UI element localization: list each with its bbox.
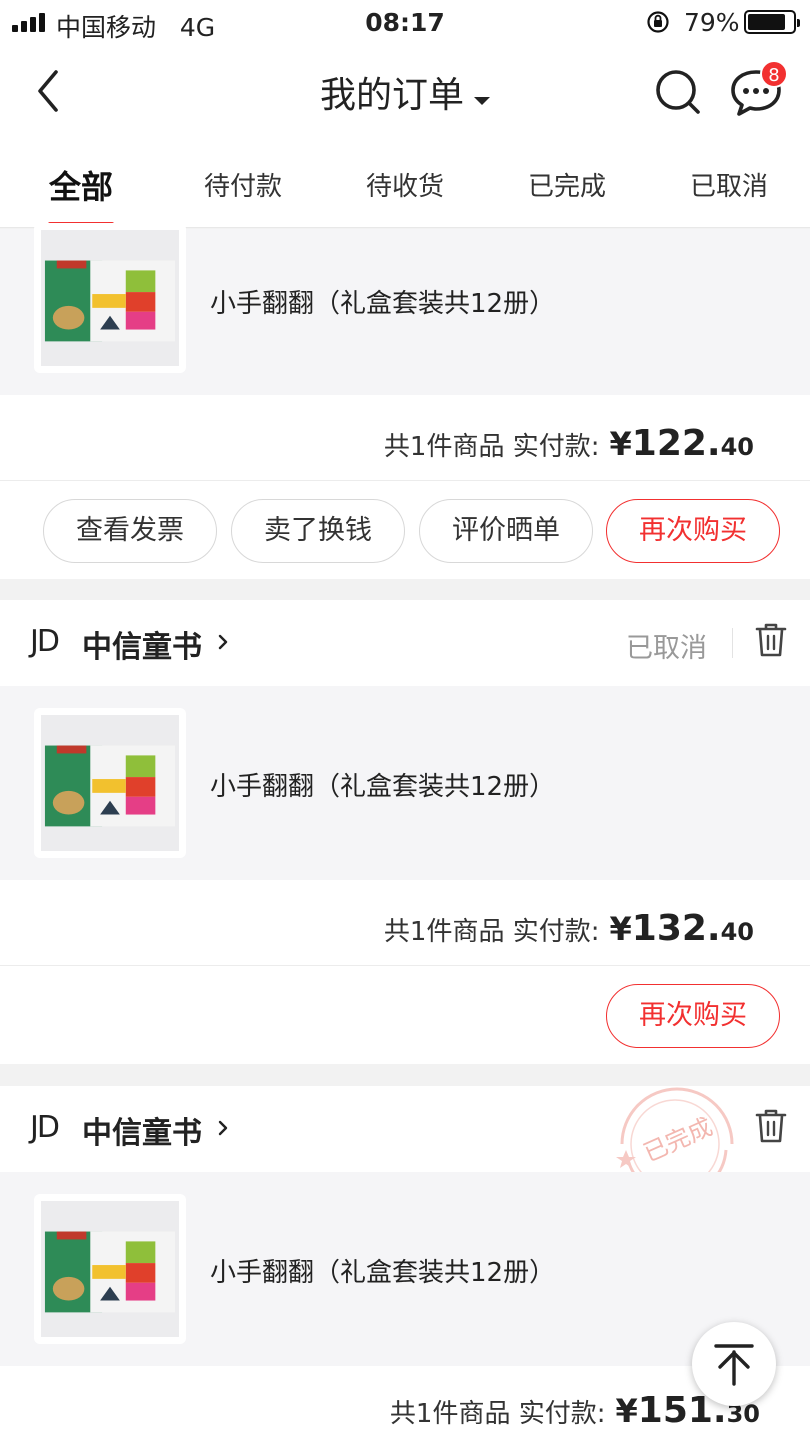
product-name: 小手翻翻（礼盒套装共12册） bbox=[210, 1258, 556, 1288]
price-currency: ¥ bbox=[615, 1392, 638, 1430]
price-decimal: 40 bbox=[720, 433, 754, 461]
rotation-lock-icon bbox=[647, 11, 669, 33]
order-tabs: 全部 待付款 待收货 已完成 已取消 bbox=[0, 140, 810, 228]
order-actions: 查看发票 卖了换钱 评价晒单 再次购买 bbox=[0, 481, 810, 579]
product-thumbnail bbox=[34, 223, 186, 373]
tab-all[interactable]: 全部 bbox=[11, 162, 151, 208]
chevron-right-icon bbox=[218, 634, 228, 650]
order-goods-row[interactable]: 小手翻翻（礼盒套装共12册） bbox=[0, 1172, 810, 1366]
search-icon[interactable] bbox=[652, 66, 704, 118]
price-integer: 132. bbox=[631, 908, 721, 949]
product-name: 小手翻翻（礼盒套装共12册） bbox=[210, 289, 556, 319]
chevron-right-icon bbox=[218, 1120, 228, 1136]
battery-percent: 79% bbox=[684, 8, 740, 37]
shop-header[interactable]: JD 中信童书 已取消 bbox=[0, 600, 810, 686]
price-integer: 122. bbox=[631, 423, 721, 464]
order-goods-row[interactable]: 小手翻翻（礼盒套装共12册） bbox=[0, 686, 810, 880]
summary-label: 共1件商品 实付款: bbox=[389, 1399, 606, 1429]
summary-label: 共1件商品 实付款: bbox=[383, 432, 600, 462]
order-actions: 再次购买 bbox=[0, 966, 810, 1064]
order-list-page: 中国移动 4G 08:17 79% 我的订单 8 全部 待付款 待收货 已完成 … bbox=[0, 0, 810, 1440]
shop-logo: JD bbox=[30, 1110, 60, 1145]
buy-again-button[interactable]: 再次购买 bbox=[606, 499, 780, 563]
tab-pending-receipt[interactable]: 待收货 bbox=[335, 166, 475, 203]
divider bbox=[732, 628, 733, 658]
order-status: 已取消 bbox=[626, 633, 707, 664]
sell-for-cash-button[interactable]: 卖了换钱 bbox=[231, 499, 405, 563]
caret-down-icon bbox=[474, 96, 490, 105]
status-bar: 中国移动 4G 08:17 79% bbox=[0, 0, 810, 44]
order-total-row: 共1件商品 实付款: ¥132.40 bbox=[0, 880, 810, 966]
arrow-up-to-top-icon bbox=[714, 1344, 754, 1386]
back-to-top-button[interactable] bbox=[692, 1322, 776, 1406]
shop-name: 中信童书 bbox=[82, 1116, 202, 1151]
tab-completed[interactable]: 已完成 bbox=[497, 166, 637, 203]
order-total-row: 共1件商品 实付款: ¥151.30 bbox=[0, 1366, 810, 1440]
order-total-row: 共1件商品 实付款: ¥122.40 bbox=[0, 395, 810, 481]
stamp-text: 已完成 bbox=[639, 1113, 716, 1168]
gift-box-image bbox=[41, 230, 179, 366]
order-goods-row[interactable]: 小手翻翻（礼盒套装共12册） bbox=[0, 223, 810, 395]
tab-cancelled[interactable]: 已取消 bbox=[659, 166, 799, 203]
product-thumbnail bbox=[34, 1194, 186, 1344]
price-decimal: 40 bbox=[720, 918, 754, 946]
nav-header: 我的订单 bbox=[0, 44, 810, 140]
page-title: 我的订单 bbox=[319, 75, 464, 116]
price-currency: ¥ bbox=[609, 425, 632, 463]
price-currency: ¥ bbox=[609, 910, 632, 948]
shop-name: 中信童书 bbox=[82, 630, 202, 665]
shop-logo: JD bbox=[30, 624, 60, 659]
product-thumbnail bbox=[34, 708, 186, 858]
gift-box-image bbox=[41, 1201, 179, 1337]
message-badge: 8 bbox=[760, 60, 788, 88]
gift-box-image bbox=[41, 715, 179, 851]
battery-icon bbox=[744, 10, 800, 34]
review-button[interactable]: 评价晒单 bbox=[419, 499, 593, 563]
trash-icon[interactable] bbox=[754, 1108, 788, 1144]
product-name: 小手翻翻（礼盒套装共12册） bbox=[210, 772, 556, 802]
summary-label: 共1件商品 实付款: bbox=[383, 917, 600, 947]
view-invoice-button[interactable]: 查看发票 bbox=[43, 499, 217, 563]
tab-pending-payment[interactable]: 待付款 bbox=[173, 166, 313, 203]
buy-again-button[interactable]: 再次购买 bbox=[606, 984, 780, 1048]
trash-icon[interactable] bbox=[754, 622, 788, 658]
